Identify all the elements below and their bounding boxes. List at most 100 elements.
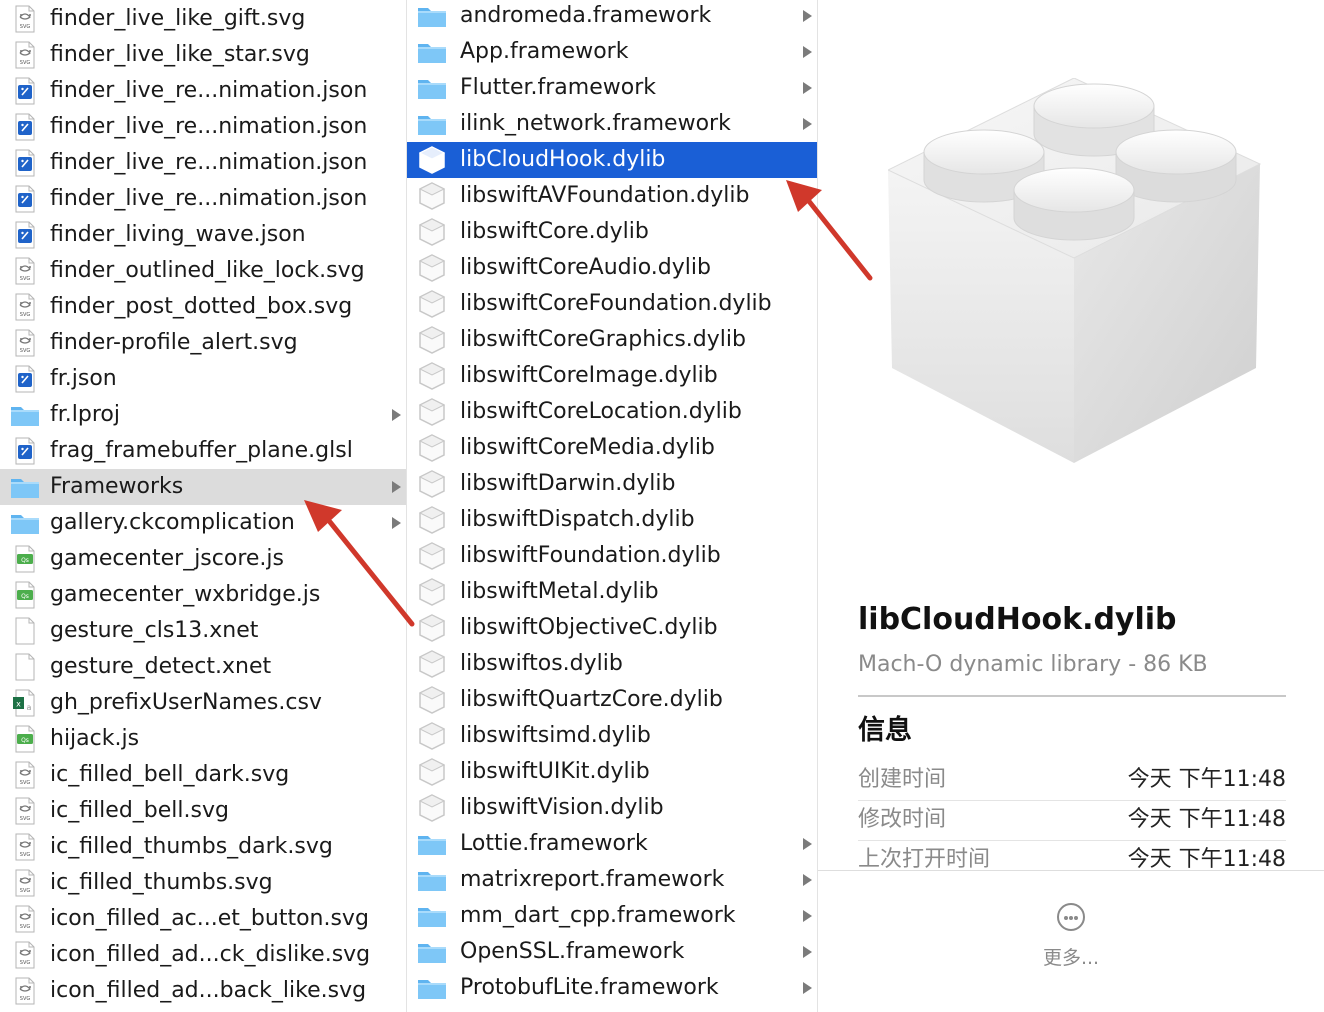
list-item[interactable]: SVG icon_filled_ad...back_like.svg (0, 973, 406, 1009)
list-item[interactable]: libswiftsimd.dylib (407, 718, 817, 754)
list-item[interactable]: libswiftUIKit.dylib (407, 754, 817, 790)
preview-pane: libCloudHook.dylib Mach-O dynamic librar… (818, 0, 1324, 1012)
list-item[interactable]: libswiftQuartzCore.dylib (407, 682, 817, 718)
dylib-icon (417, 722, 447, 750)
item-name: gesture_cls13.xnet (50, 618, 259, 643)
item-name: icon_filled_ad...ck_dislike.svg (50, 942, 371, 967)
item-name: gh_prefixUserNames.csv (50, 690, 322, 715)
list-item[interactable]: fr.lproj (0, 397, 406, 433)
svg-file-icon: SVG (10, 905, 40, 933)
list-item[interactable]: andromeda.framework (407, 0, 817, 34)
list-item[interactable]: SVG ic_filled_bell_dark.svg (0, 757, 406, 793)
svg-file-icon: SVG (10, 329, 40, 357)
chevron-right-icon (803, 874, 812, 886)
list-item[interactable]: libswiftCoreGraphics.dylib (407, 322, 817, 358)
list-item[interactable]: libswiftDispatch.dylib (407, 502, 817, 538)
list-item[interactable]: Qs gamecenter_wxbridge.js (0, 577, 406, 613)
more-button[interactable]: 更多... (1041, 903, 1101, 973)
json-file-icon (10, 113, 40, 141)
list-item[interactable]: SVG ic_filled_thumbs.svg (0, 865, 406, 901)
list-item[interactable]: finder_live_re...nimation.json (0, 109, 406, 145)
file-kind: Mach-O dynamic library (858, 652, 1122, 677)
chevron-right-icon (392, 409, 401, 421)
file-list: SVG finder_live_like_gift.svg SVG finder_li… (0, 1, 406, 1009)
folder-icon (10, 402, 40, 428)
list-item[interactable]: SVG icon_filled_ac...et_button.svg (0, 901, 406, 937)
svg-text:SVG: SVG (20, 960, 31, 966)
chevron-right-icon (803, 46, 812, 58)
item-name: finder-profile_alert.svg (50, 330, 298, 355)
list-item[interactable]: libswiftCore.dylib (407, 214, 817, 250)
list-item[interactable]: finder_live_re...nimation.json (0, 181, 406, 217)
list-item[interactable]: libswiftos.dylib (407, 646, 817, 682)
list-item[interactable]: SVG finder_live_like_star.svg (0, 37, 406, 73)
item-name: ic_filled_thumbs_dark.svg (50, 834, 333, 859)
list-item[interactable]: gallery.ckcomplication (0, 505, 406, 541)
list-item[interactable]: libCloudHook.dylib (407, 142, 817, 178)
list-item[interactable]: Qs gamecenter_jscore.js (0, 541, 406, 577)
list-item[interactable]: OpenSSL.framework (407, 934, 817, 970)
svg-text:SVG: SVG (20, 348, 31, 354)
list-item[interactable]: libswiftCoreFoundation.dylib (407, 286, 817, 322)
list-item[interactable]: fr.json (0, 361, 406, 397)
list-item[interactable]: libswiftFoundation.dylib (407, 538, 817, 574)
list-item[interactable]: finder_live_re...nimation.json (0, 73, 406, 109)
list-item[interactable]: ProtobufLite.framework (407, 970, 817, 1006)
list-item[interactable]: mm_dart_cpp.framework (407, 898, 817, 934)
list-item[interactable]: libswiftCoreLocation.dylib (407, 394, 817, 430)
item-name: Flutter.framework (460, 75, 656, 100)
list-item[interactable]: gesture_detect.xnet (0, 649, 406, 685)
chevron-right-icon (803, 10, 812, 22)
chevron-right-icon (803, 82, 812, 94)
list-item[interactable]: libswiftVision.dylib (407, 790, 817, 826)
list-item[interactable]: SVG finder_post_dotted_box.svg (0, 289, 406, 325)
list-item[interactable]: libswiftDarwin.dylib (407, 466, 817, 502)
item-name: OpenSSL.framework (460, 939, 685, 964)
list-item[interactable]: SVG finder_live_like_gift.svg (0, 1, 406, 37)
item-name: libswiftCoreLocation.dylib (460, 399, 742, 424)
folder-icon (417, 3, 447, 29)
list-item[interactable]: SVG finder_outlined_like_lock.svg (0, 253, 406, 289)
list-item[interactable]: Frameworks (0, 469, 406, 505)
info-label: 修改时间 (858, 807, 947, 832)
js-file-icon: Qs (10, 545, 40, 573)
list-item[interactable]: ilink_network.framework (407, 106, 817, 142)
folder-icon (417, 975, 447, 1001)
list-item[interactable]: libswiftCoreImage.dylib (407, 358, 817, 394)
chevron-right-icon (392, 481, 401, 493)
list-item[interactable]: Flutter.framework (407, 70, 817, 106)
list-item[interactable]: x a gh_prefixUserNames.csv (0, 685, 406, 721)
item-name: ilink_network.framework (460, 111, 731, 136)
folder-icon (417, 903, 447, 929)
dylib-icon (417, 758, 447, 786)
chevron-right-icon (803, 118, 812, 130)
list-item[interactable]: SVG icon_filled_ad...ck_dislike.svg (0, 937, 406, 973)
list-item[interactable]: libswiftObjectiveC.dylib (407, 610, 817, 646)
item-name: hijack.js (50, 726, 140, 751)
list-item[interactable]: Lottie.framework (407, 826, 817, 862)
list-item[interactable]: frag_framebuffer_plane.glsl (0, 433, 406, 469)
list-item[interactable]: libswiftAVFoundation.dylib (407, 178, 817, 214)
item-name: icon_filled_ac...et_button.svg (50, 906, 369, 931)
list-item[interactable]: SVG finder-profile_alert.svg (0, 325, 406, 361)
list-item[interactable]: libswiftCoreMedia.dylib (407, 430, 817, 466)
list-item[interactable]: Qs hijack.js (0, 721, 406, 757)
item-name: fr.lproj (50, 402, 120, 427)
list-item[interactable]: App.framework (407, 34, 817, 70)
svg-text:SVG: SVG (20, 924, 31, 930)
folder-icon (10, 510, 40, 536)
item-name: gallery.ckcomplication (50, 510, 295, 535)
svg-file-icon: SVG (10, 977, 40, 1005)
list-item[interactable]: finder_live_re...nimation.json (0, 145, 406, 181)
list-item[interactable]: matrixreport.framework (407, 862, 817, 898)
list-item[interactable]: SVG ic_filled_bell.svg (0, 793, 406, 829)
list-item[interactable]: libswiftCoreAudio.dylib (407, 250, 817, 286)
list-item[interactable]: SVG ic_filled_thumbs_dark.svg (0, 829, 406, 865)
list-item[interactable]: gesture_cls13.xnet (0, 613, 406, 649)
list-item[interactable]: finder_living_wave.json (0, 217, 406, 253)
list-item[interactable]: libswiftMetal.dylib (407, 574, 817, 610)
item-name: libswiftos.dylib (460, 651, 623, 676)
json-file-icon (10, 437, 40, 465)
item-name: finder_post_dotted_box.svg (50, 294, 353, 319)
item-name: finder_living_wave.json (50, 222, 306, 247)
